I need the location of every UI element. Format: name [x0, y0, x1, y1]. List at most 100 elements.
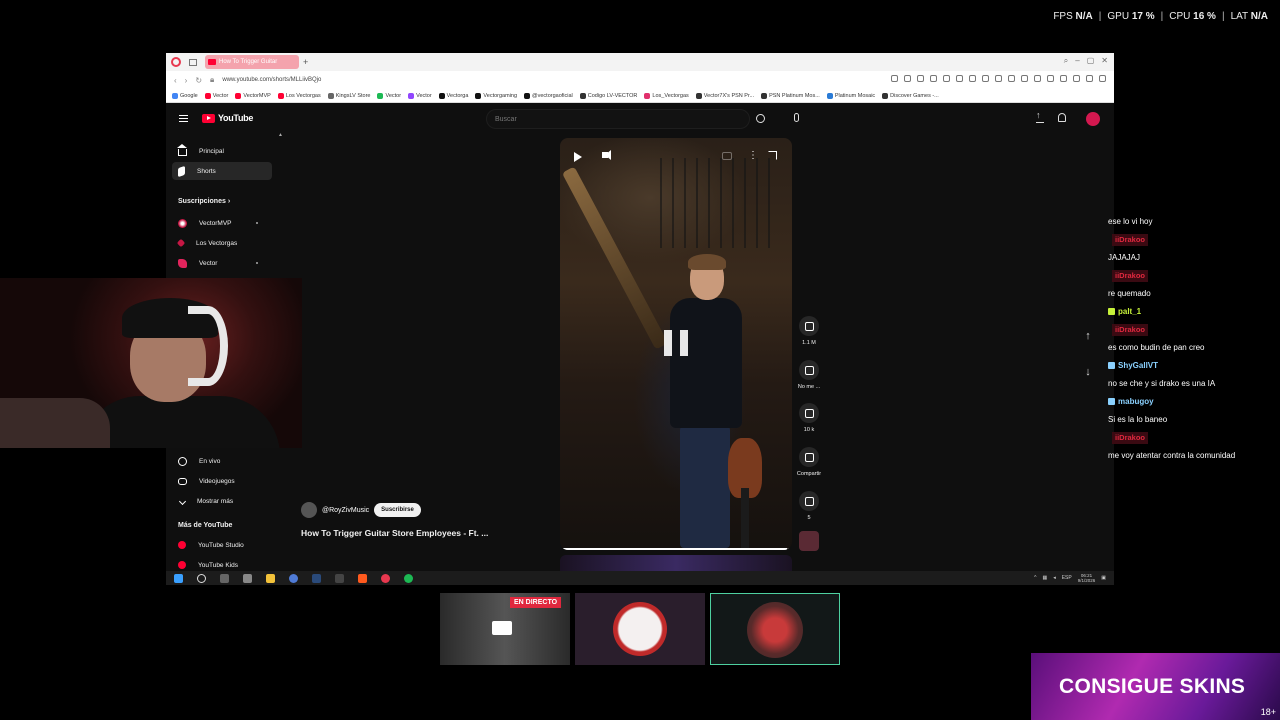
- volume-icon[interactable]: [602, 150, 611, 160]
- forward-icon[interactable]: ›: [185, 76, 188, 85]
- bookmark-item[interactable]: Google: [172, 92, 198, 99]
- extension-icon[interactable]: [1021, 75, 1028, 82]
- chat-username[interactable]: mabugoy: [1108, 395, 1280, 413]
- like-button[interactable]: 1.1 M: [796, 316, 822, 346]
- extension-icon[interactable]: [891, 75, 898, 82]
- opera-icon[interactable]: [381, 573, 390, 583]
- play-icon[interactable]: [574, 152, 582, 162]
- sidebar-item-principal[interactable]: Principal: [172, 142, 272, 160]
- chat-username[interactable]: iiDrakoo: [1108, 431, 1280, 449]
- close-icon[interactable]: ✕: [1101, 56, 1108, 66]
- extension-icon[interactable]: [1060, 75, 1067, 82]
- tray-chevron-icon[interactable]: ^: [1034, 575, 1036, 581]
- bookmark-item[interactable]: Vector7X's PSN Pr...: [695, 92, 754, 99]
- bookmark-item[interactable]: Vector: [377, 92, 401, 99]
- app-icon[interactable]: [335, 573, 344, 583]
- bookmark-item[interactable]: Platinum Mosaic: [826, 92, 875, 99]
- bookmark-item[interactable]: Vectorga: [438, 92, 468, 99]
- extension-icon[interactable]: [969, 75, 976, 82]
- reload-icon[interactable]: ↻: [195, 76, 202, 85]
- sidebar-item-vector[interactable]: Vector: [172, 254, 272, 272]
- live-preview-card[interactable]: EN DIRECTO: [440, 593, 570, 665]
- search-icon[interactable]: [197, 573, 206, 583]
- windows-start-icon[interactable]: [174, 573, 183, 583]
- comments-button[interactable]: 10 k: [796, 403, 822, 433]
- extension-icon[interactable]: [943, 75, 950, 82]
- extension-icon[interactable]: [904, 75, 911, 82]
- guest-avatar-card-active[interactable]: [710, 593, 840, 665]
- sidebar-item-videojuegos[interactable]: Videojuegos: [172, 472, 272, 490]
- account-avatar[interactable]: [1086, 112, 1100, 126]
- sidebar-item-vectormvp[interactable]: VectorMVP: [172, 214, 272, 232]
- search-icon[interactable]: [756, 114, 765, 123]
- bell-icon[interactable]: [1058, 113, 1066, 122]
- search-tabs-icon[interactable]: ⌕: [1064, 56, 1068, 66]
- bookmark-item[interactable]: PSN Platinum Mos...: [761, 92, 820, 99]
- bookmark-item[interactable]: Vector: [204, 92, 228, 99]
- extension-icon[interactable]: [917, 75, 924, 82]
- captions-icon[interactable]: [722, 152, 732, 160]
- extension-icon[interactable]: [995, 75, 1002, 82]
- subscriptions-header[interactable]: Suscripciones ›: [178, 198, 230, 205]
- sound-thumbnail[interactable]: [799, 531, 819, 551]
- remix-button[interactable]: 5: [796, 491, 822, 521]
- pause-icon[interactable]: [664, 330, 688, 356]
- youtube-logo[interactable]: YouTube: [202, 113, 253, 123]
- skins-ad-banner[interactable]: CONSIGUE SKINS 18+: [1031, 653, 1280, 720]
- extension-icon[interactable]: [956, 75, 963, 82]
- sidebar-item-shorts[interactable]: Shorts: [172, 162, 272, 180]
- bookmark-item[interactable]: Discover Games -...: [882, 92, 939, 99]
- bookmark-item[interactable]: @vectorgaoficial: [524, 92, 573, 99]
- chat-username[interactable]: iiDrakoo: [1108, 269, 1280, 287]
- extension-icon[interactable]: [1099, 75, 1106, 82]
- language-indicator[interactable]: ESP: [1062, 575, 1072, 581]
- bookmark-item[interactable]: Los Vectorgas: [277, 92, 321, 99]
- chat-username[interactable]: iiDrakoo: [1108, 233, 1280, 251]
- extension-icon[interactable]: [1086, 75, 1093, 82]
- bookmark-item[interactable]: Vectorgaming: [475, 92, 517, 99]
- scroll-up-icon[interactable]: ▲: [278, 132, 283, 138]
- extension-icon[interactable]: [982, 75, 989, 82]
- bookmark-item[interactable]: Los_Vectorgas: [644, 92, 689, 99]
- chat-username[interactable]: iiDrakoo: [1108, 323, 1280, 341]
- url-field[interactable]: www.youtube.com/shorts/MLLiivBQjo: [222, 77, 321, 83]
- subscribe-button[interactable]: Suscribirse: [374, 503, 421, 517]
- app-icon[interactable]: [243, 573, 252, 583]
- chat-username[interactable]: ShyGallVT: [1108, 359, 1280, 377]
- tabs-icon[interactable]: [189, 58, 197, 66]
- spotify-icon[interactable]: [404, 573, 413, 583]
- minimize-icon[interactable]: –: [1075, 56, 1079, 66]
- video-progress-bar[interactable]: [560, 548, 792, 550]
- upload-icon[interactable]: [1036, 110, 1044, 123]
- task-view-icon[interactable]: [220, 573, 229, 583]
- clock[interactable]: 06:21 9/1/2026: [1078, 573, 1096, 583]
- more-vertical-icon[interactable]: ⋮: [748, 150, 758, 161]
- sidebar-item-en-vivo[interactable]: En vivo: [172, 452, 272, 470]
- notification-icon[interactable]: ▣: [1101, 575, 1106, 581]
- opera-logo-icon[interactable]: [171, 57, 181, 67]
- bookmark-item[interactable]: Vector: [408, 92, 432, 99]
- bookmark-item[interactable]: VectorMVP: [235, 92, 271, 99]
- chat-username[interactable]: palt_1: [1108, 305, 1280, 323]
- chrome-icon[interactable]: [289, 573, 298, 583]
- network-icon[interactable]: ▦: [1042, 575, 1047, 581]
- extension-icon[interactable]: [930, 75, 937, 82]
- sidebar-item-mostrar-mas[interactable]: Mostrar más: [172, 492, 272, 510]
- short-video-player[interactable]: ⋮: [560, 138, 792, 550]
- new-tab-button[interactable]: +: [303, 57, 308, 67]
- volume-tray-icon[interactable]: ◂: [1053, 575, 1056, 581]
- file-explorer-icon[interactable]: [266, 573, 275, 583]
- extension-icon[interactable]: [1073, 75, 1080, 82]
- bookmark-item[interactable]: KingsLV Store: [327, 92, 370, 99]
- channel-name[interactable]: @RoyZivMusic: [322, 507, 369, 514]
- bookmark-item[interactable]: Codigo LV-VECTOR: [579, 92, 637, 99]
- guest-avatar-card[interactable]: [575, 593, 705, 665]
- next-short-preview[interactable]: [560, 555, 792, 571]
- dislike-button[interactable]: No me ...: [796, 360, 822, 390]
- maximize-icon[interactable]: ▢: [1087, 56, 1095, 66]
- previous-short-icon[interactable]: ↑: [1078, 326, 1098, 346]
- microphone-icon[interactable]: [794, 113, 799, 122]
- menu-icon[interactable]: [179, 115, 188, 122]
- back-icon[interactable]: ‹: [174, 76, 177, 85]
- fullscreen-icon[interactable]: [768, 151, 777, 160]
